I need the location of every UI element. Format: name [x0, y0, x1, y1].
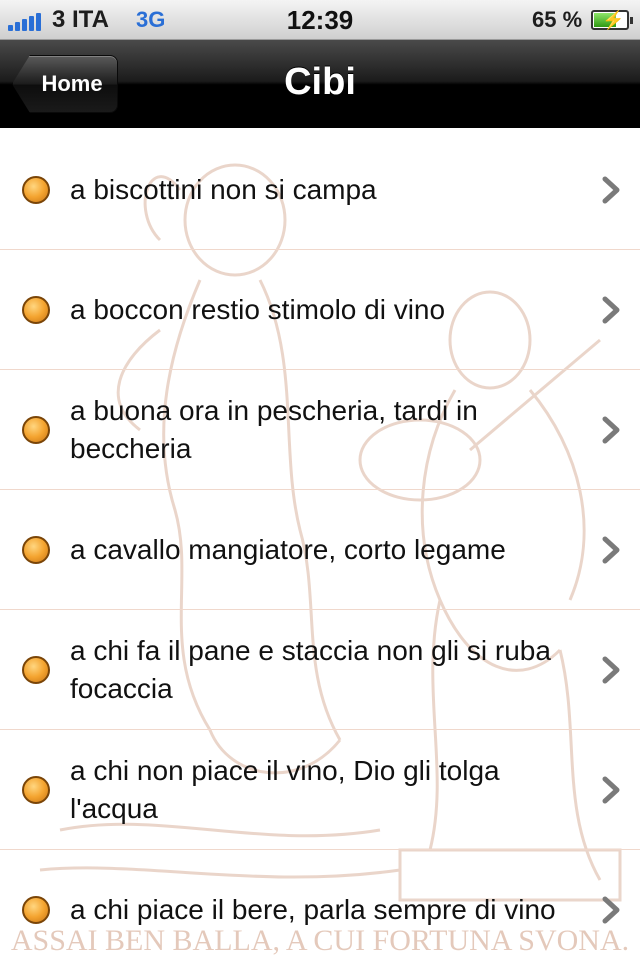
back-button[interactable]: Home	[12, 55, 118, 113]
list-item[interactable]: a cavallo mangiatore, corto legame	[0, 490, 640, 610]
proverb-list: a biscottini non si campa a boccon resti…	[0, 130, 640, 960]
chevron-right-icon	[602, 536, 620, 564]
chevron-right-icon	[602, 896, 620, 924]
status-bar: 3 ITA 3G 12:39 65 % ⚡	[0, 0, 640, 40]
list-item-label: a buona ora in pescheria, tardi in becch…	[70, 394, 478, 464]
battery-icon: ⚡	[591, 10, 633, 30]
list-item[interactable]: a biscottini non si campa	[0, 130, 640, 250]
list-item[interactable]: a chi fa il pane e staccia non gli si ru…	[0, 610, 640, 730]
list-item-label: a chi piace il bere, parla sempre di vin…	[70, 893, 556, 925]
proverb-list-container[interactable]: ASSAI BEN BALLA, A CUI FORTUNA SVONA. a …	[0, 130, 640, 960]
bullet-icon	[22, 776, 50, 804]
bullet-icon	[22, 296, 50, 324]
chevron-right-icon	[602, 416, 620, 444]
list-item-label: a biscottini non si campa	[70, 173, 377, 205]
list-item-label: a chi non piace il vino, Dio gli tolga l…	[70, 754, 500, 824]
bullet-icon	[22, 656, 50, 684]
chevron-right-icon	[602, 776, 620, 804]
list-item[interactable]: a buona ora in pescheria, tardi in becch…	[0, 370, 640, 490]
list-item-label: a chi fa il pane e staccia non gli si ru…	[70, 634, 551, 704]
list-item[interactable]: a chi piace il bere, parla sempre di vin…	[0, 850, 640, 960]
battery-percent: 65 %	[532, 7, 583, 32]
chevron-right-icon	[602, 656, 620, 684]
list-item[interactable]: a boccon restio stimolo di vino	[0, 250, 640, 370]
charging-bolt-icon: ⚡	[602, 10, 625, 30]
bullet-icon	[22, 176, 50, 204]
chevron-right-icon	[602, 176, 620, 204]
navigation-bar: Cibi Home	[0, 40, 640, 128]
list-item-label: a cavallo mangiatore, corto legame	[70, 533, 506, 565]
bullet-icon	[22, 896, 50, 924]
list-item[interactable]: a chi non piace il vino, Dio gli tolga l…	[0, 730, 640, 850]
chevron-right-icon	[602, 296, 620, 324]
bullet-icon	[22, 536, 50, 564]
bullet-icon	[22, 416, 50, 444]
list-item-label: a boccon restio stimolo di vino	[70, 293, 446, 325]
